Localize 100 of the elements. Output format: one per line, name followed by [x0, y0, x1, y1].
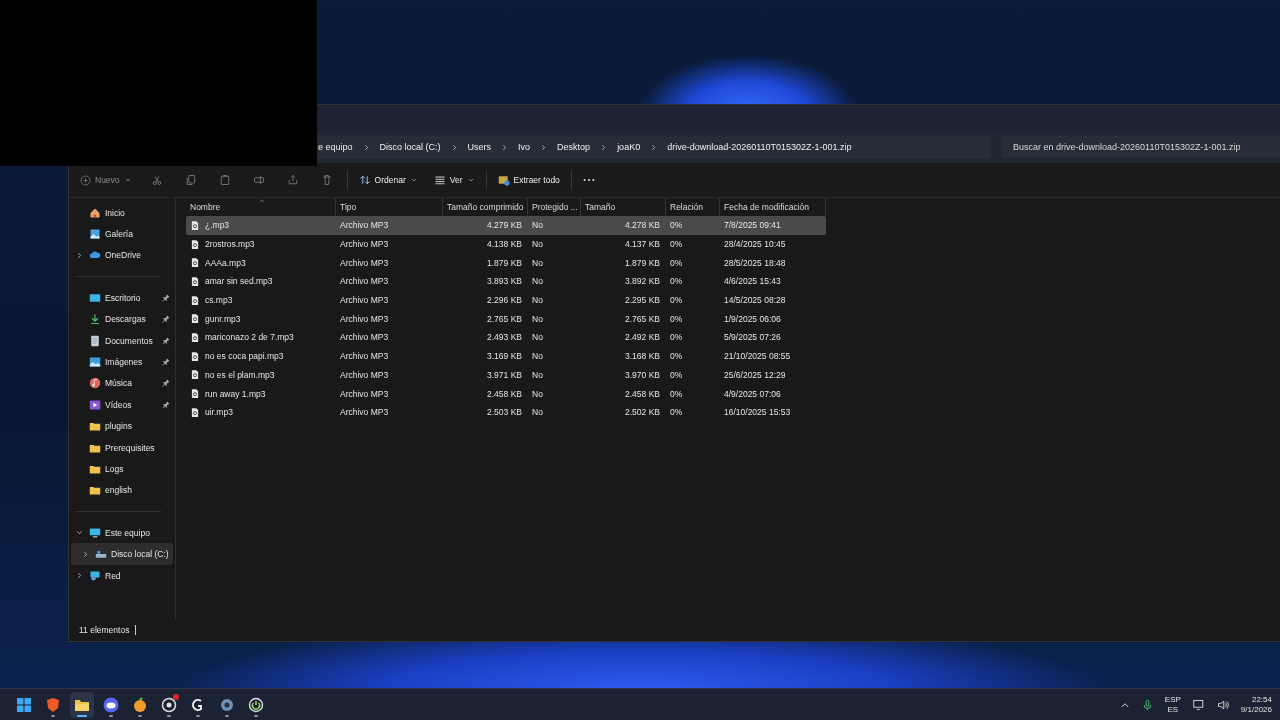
breadcrumb-item[interactable]: joaK0: [617, 142, 641, 152]
sidebar-item[interactable]: Inicio: [71, 202, 173, 224]
table-cell: 4.138 KB: [487, 239, 522, 250]
table-cell: 2.493 KB: [487, 332, 522, 343]
table-cell: 2.503 KB: [487, 407, 522, 418]
table-cell: Archivo MP3: [340, 276, 389, 287]
sidebar-item[interactable]: Red: [71, 564, 173, 587]
table-cell: 2.296 KB: [487, 295, 522, 306]
sidebar-item[interactable]: Descargas: [71, 308, 173, 330]
table-cell: 0%: [670, 388, 683, 399]
sidebar-item[interactable]: Logs: [71, 458, 173, 480]
chevron-right-icon[interactable]: [75, 571, 84, 581]
plus-circle-icon: [80, 174, 91, 186]
table-cell: 4.278 KB: [625, 220, 660, 231]
monitor-network-icon[interactable]: [1192, 698, 1205, 711]
picture-icon: [89, 356, 101, 369]
audio-file-icon: [190, 331, 200, 343]
table-cell: No: [532, 351, 543, 362]
file-row[interactable]: amar sin sed.mp3 Archivo MP3 3.893 KB No 3.892 KB 0% 4/6/2025 15:43: [186, 272, 826, 291]
download-icon: [89, 313, 101, 326]
table-cell: No: [532, 295, 543, 306]
table-cell: 3.971 KB: [487, 369, 522, 380]
table-cell: 16/10/2025 15:53: [724, 407, 791, 418]
table-cell: No: [532, 313, 543, 324]
file-row[interactable]: 2rostros.mp3 Archivo MP3 4.138 KB No 4.137 KB 0% 28/4/2025 10:45: [186, 234, 826, 254]
table-cell: 0%: [670, 351, 683, 362]
view-button[interactable]: Ver: [428, 170, 480, 190]
audio-file-icon: [190, 313, 200, 325]
table-cell: 0%: [670, 276, 683, 287]
sidebar-item[interactable]: Prerequisites: [71, 436, 173, 459]
breadcrumb-item[interactable]: Desktop: [557, 142, 591, 152]
taskbar-app-button[interactable]: [70, 691, 94, 718]
file-row[interactable]: AAAa.mp3 Archivo MP3 1.879 KB No 1.879 KB 0% 28/5/2025 18:48: [186, 253, 826, 273]
file-name: cs.mp3: [205, 295, 233, 306]
breadcrumb-item[interactable]: drive-download-20260110T015302Z-1-001.zip: [667, 142, 852, 152]
ring-icon: [161, 696, 177, 713]
microphone-icon[interactable]: [1141, 698, 1153, 711]
sidebar-item[interactable]: plugins: [71, 415, 173, 437]
share-icon: [286, 174, 299, 186]
file-row[interactable]: uir.mp3 Archivo MP3 2.503 KB No 2.502 KB 0% 16/10/2025 15:53: [186, 402, 826, 422]
sidebar-item[interactable]: Escritorio: [71, 287, 173, 309]
item-count: 11 elementos: [79, 625, 130, 635]
table-cell: No: [532, 388, 543, 399]
file-row[interactable]: gunr.mp3 Archivo MP3 2.765 KB No 2.765 KB 0% 1/9/2025 06:06: [186, 309, 826, 329]
table-cell: 0%: [670, 220, 683, 231]
table-cell: 2.458 KB: [487, 388, 522, 399]
audio-file-icon: [190, 275, 200, 287]
breadcrumb-item[interactable]: Ivo: [518, 142, 531, 152]
archive-folder-icon: [497, 174, 510, 186]
file-row[interactable]: no es el plam.mp3 Archivo MP3 3.971 KB No 3.970 KB 0% 25/6/2025 12:29: [186, 365, 826, 385]
extract-button[interactable]: Extraer todo: [492, 170, 565, 190]
table-cell: Archivo MP3: [340, 220, 389, 231]
table-cell: 1/9/2025 06:06: [724, 313, 781, 324]
file-row[interactable]: no es coca papi.mp3 Archivo MP3 3.169 KB No 3.168 KB 0% 21/10/2025 08:55: [186, 346, 826, 366]
sidebar-item[interactable]: Disco local (C:): [71, 543, 173, 565]
breadcrumb-item[interactable]: Users: [467, 142, 492, 152]
sidebar-item[interactable]: Este equipo: [71, 522, 173, 544]
file-row[interactable]: mariconazo 2 de 7.mp3 Archivo MP3 2.493 KB No 2.492 KB 0% 5/9/2025 07:26: [186, 328, 826, 347]
chat-bubble-icon: [103, 696, 119, 713]
table-cell: 2.765 KB: [487, 313, 522, 324]
table-cell: 4.279 KB: [487, 220, 522, 231]
chevron-right-icon: [649, 142, 659, 152]
table-cell: Archivo MP3: [340, 313, 389, 324]
table-cell: 28/4/2025 10:45: [724, 239, 786, 250]
table-cell: 0%: [670, 369, 683, 380]
table-cell: 0%: [670, 239, 683, 250]
table-cell: No: [532, 407, 543, 418]
file-row[interactable]: cs.mp3 Archivo MP3 2.296 KB No 2.295 KB 0% 14/5/2025 08:28: [186, 290, 826, 310]
audio-file-icon: [190, 257, 200, 269]
file-row[interactable]: run away 1.mp3 Archivo MP3 2.458 KB No 2.458 KB 0% 4/9/2025 07:06: [186, 384, 826, 403]
caret-icon: [466, 176, 475, 184]
sort-button[interactable]: Ordenar: [353, 170, 423, 190]
chevron-right-icon[interactable]: [81, 549, 90, 559]
rename-icon: [252, 174, 265, 186]
language-indicator[interactable]: ESP ES: [1164, 694, 1181, 715]
desktop-icon: [89, 291, 101, 304]
clock[interactable]: 22:54 9/1/2026: [1240, 694, 1272, 715]
breadcrumb-item[interactable]: Disco local (C:): [379, 142, 441, 152]
file-name: AAAa.mp3: [205, 257, 246, 268]
file-name: run away 1.mp3: [205, 388, 266, 399]
table-cell: 3.970 KB: [625, 369, 660, 380]
file-name: mariconazo 2 de 7.mp3: [205, 332, 294, 343]
chevron-right-icon[interactable]: [75, 250, 84, 260]
search-field[interactable]: Buscar en drive-download-20260110T015302Z-1-001.zip: [1001, 136, 1280, 158]
sidebar-item[interactable]: Música: [71, 372, 173, 395]
music-note-icon: [89, 377, 101, 390]
file-row[interactable]: ¿.mp3 Archivo MP3 4.279 KB No 4.278 KB 0% 7/8/2025 09:41: [186, 216, 826, 235]
sidebar-item[interactable]: Vídeos: [71, 394, 173, 416]
video-icon: [89, 398, 101, 411]
drive-icon: [95, 548, 107, 561]
sidebar-item[interactable]: Imágenes: [71, 351, 173, 373]
windows-logo-icon: [16, 696, 32, 713]
chevron-right-icon: [599, 142, 609, 152]
sidebar-item[interactable]: english: [71, 479, 173, 502]
sidebar-item[interactable]: Documentos: [71, 329, 173, 352]
speaker-icon[interactable]: [1216, 698, 1229, 711]
table-cell: No: [532, 276, 543, 287]
breadcrumb-item[interactable]: e equipo: [318, 142, 353, 152]
sidebar-item[interactable]: Galería: [71, 223, 173, 245]
sidebar-item[interactable]: OneDrive: [71, 244, 173, 267]
